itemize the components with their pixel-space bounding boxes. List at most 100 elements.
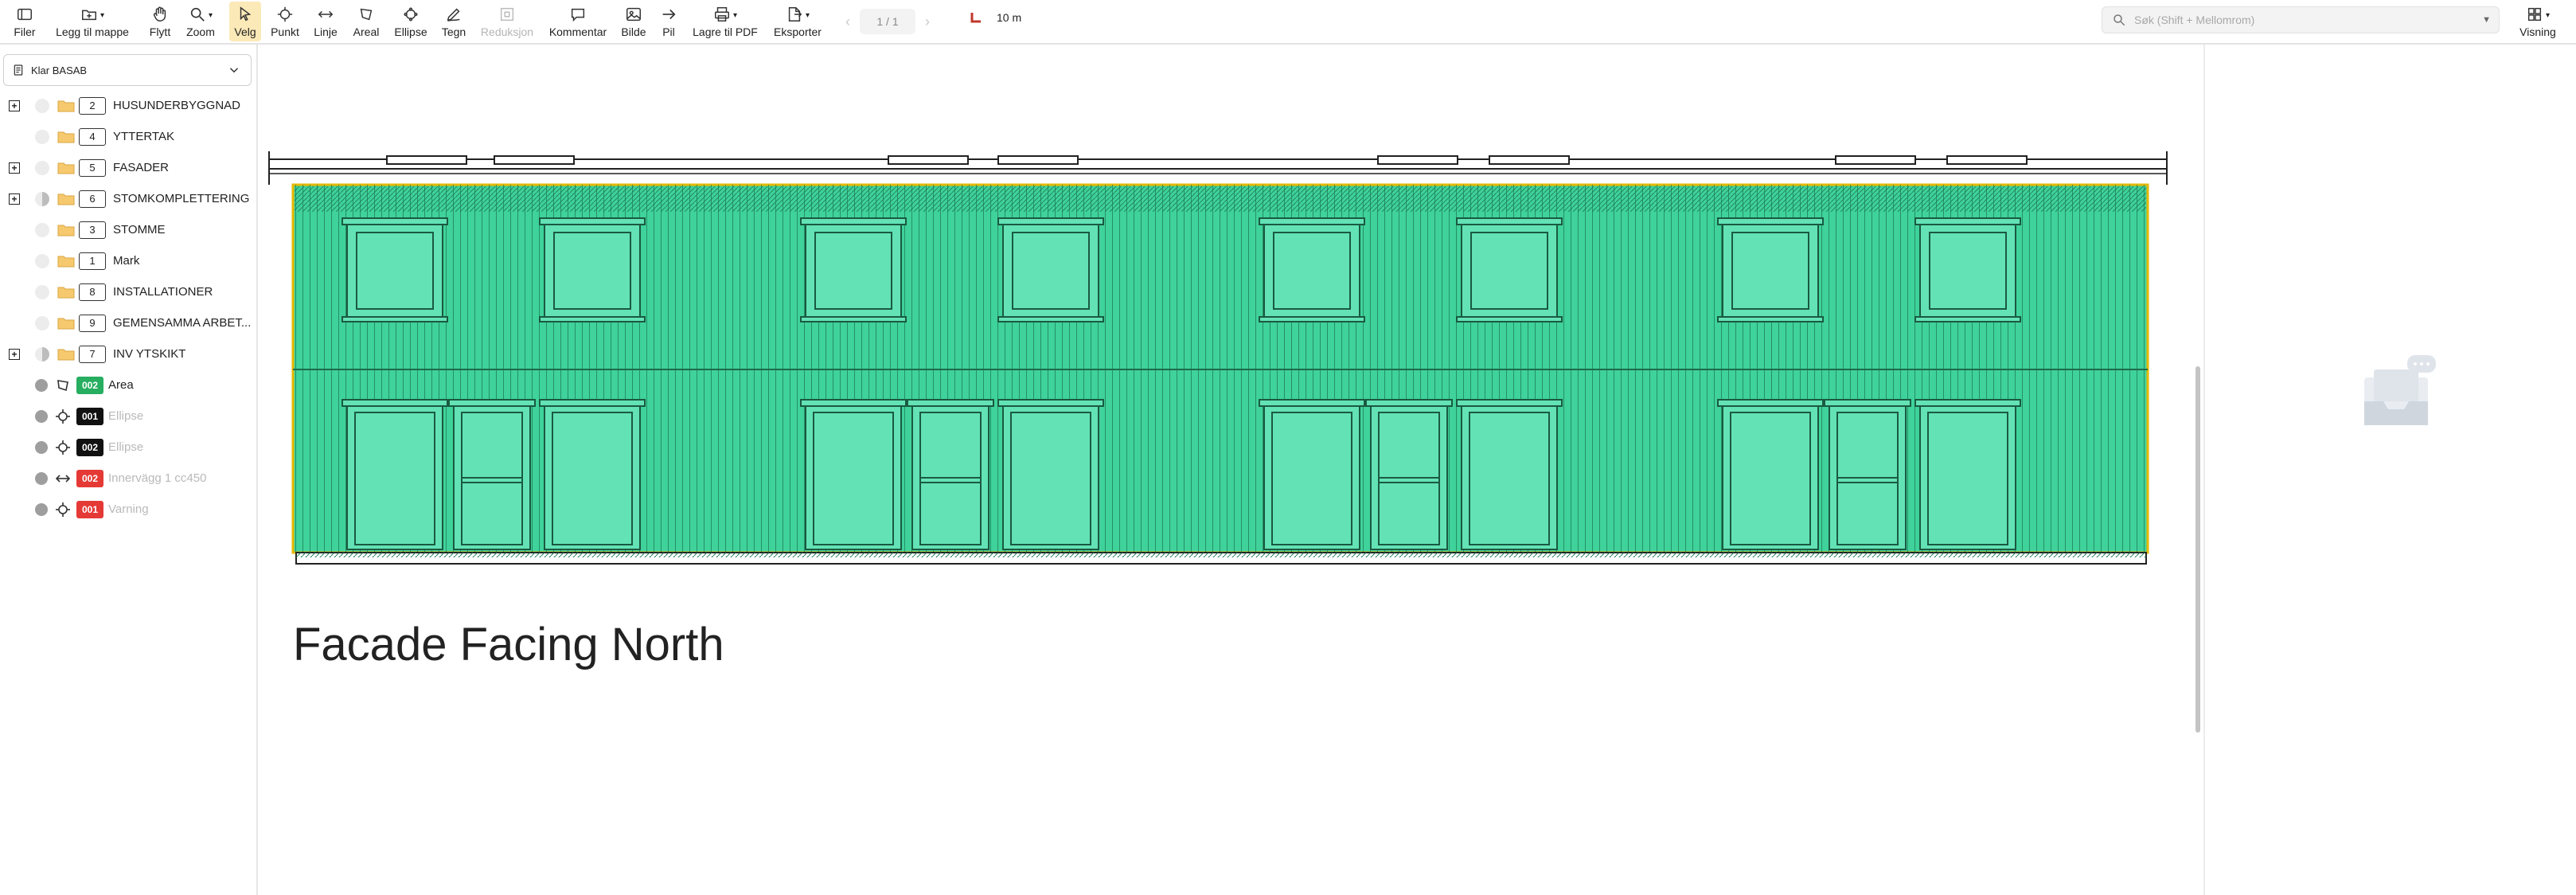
reduction-tool[interactable]: Reduksjon: [478, 0, 537, 43]
comment-tool[interactable]: Kommentar: [544, 0, 611, 43]
search-input[interactable]: [2134, 14, 2483, 26]
comment-icon: [571, 8, 585, 21]
ellipse-tool[interactable]: Ellipse: [390, 0, 431, 43]
object-row[interactable]: 002 Area: [0, 369, 256, 401]
visibility-toggle-icon[interactable]: [35, 222, 49, 237]
window-sill-bottom: [342, 316, 448, 322]
layer-name: INSTALLATIONER: [113, 285, 213, 299]
expand-icon[interactable]: +: [9, 348, 20, 360]
save-pdf-button[interactable]: ▾ Lagre til PDF: [689, 0, 761, 43]
area-icon: [360, 8, 373, 20]
window-upper: [1722, 224, 1819, 318]
double-arrow-icon: [318, 10, 334, 18]
area-tool[interactable]: Areal: [349, 0, 384, 43]
window-upper: [544, 224, 641, 318]
page-indicator[interactable]: 1 / 1: [860, 9, 915, 34]
line-tool[interactable]: Linje: [309, 0, 342, 43]
layer-row[interactable]: 8 INSTALLATIONER: [0, 276, 256, 307]
window-lower: [1263, 405, 1360, 550]
visibility-toggle-icon[interactable]: [35, 191, 49, 206]
draw-tool[interactable]: Tegn: [438, 0, 470, 43]
scale-label: 10 m: [997, 11, 1022, 24]
layer-name: YTTERTAK: [113, 130, 174, 143]
search-box[interactable]: ▼: [2102, 6, 2500, 33]
facade-drawing[interactable]: Facade Facing North: [260, 45, 2197, 895]
view-button[interactable]: ▾ Visning: [2516, 0, 2560, 43]
visibility-toggle-icon[interactable]: [35, 378, 48, 392]
empty-inbox-icon: [2364, 355, 2436, 425]
layer-row[interactable]: +5 FASADER: [0, 152, 256, 183]
folder-add-icon: [82, 10, 96, 20]
visibility-toggle-icon[interactable]: [35, 315, 49, 330]
project-select[interactable]: Klar BASAB: [3, 54, 252, 86]
object-code-badge: 002: [76, 469, 103, 487]
arrow-right-icon: [662, 9, 676, 19]
layer-number: 6: [79, 190, 106, 208]
opening-head: [800, 399, 907, 407]
visibility-toggle-icon[interactable]: [35, 502, 48, 516]
object-code-badge: 002: [76, 438, 103, 456]
scale-indicator[interactable]: 10 m: [970, 11, 1021, 24]
window-lower: [1002, 405, 1099, 550]
object-row[interactable]: 001 Varning: [0, 494, 256, 525]
chevron-down-icon[interactable]: ▼: [2482, 15, 2491, 25]
layer-row[interactable]: +7 INV YTSKIKT: [0, 338, 256, 369]
canvas-scrollbar[interactable]: [2195, 366, 2200, 733]
window-upper: [1263, 224, 1360, 318]
layer-row[interactable]: +6 STOMKOMPLETTERING: [0, 183, 256, 214]
visibility-toggle-icon[interactable]: [35, 98, 49, 113]
add-to-folder-button[interactable]: ▾ Legg til mappe: [51, 0, 134, 43]
prev-page-icon[interactable]: ‹: [836, 14, 860, 30]
layer-number: 7: [79, 345, 106, 363]
object-row[interactable]: 002 Ellipse: [0, 432, 256, 463]
zoom-tool[interactable]: ▾ Zoom: [181, 0, 220, 43]
expand-icon[interactable]: +: [9, 193, 20, 205]
reduction-icon: [500, 7, 514, 21]
next-page-icon[interactable]: ›: [915, 14, 939, 30]
window-lower: [346, 405, 443, 550]
window-lower: [1722, 405, 1819, 550]
expand-icon[interactable]: +: [9, 100, 20, 111]
document-icon: [14, 64, 23, 76]
opening-head: [1365, 399, 1453, 407]
folder-icon: [57, 349, 75, 360]
layer-number: 4: [79, 127, 106, 146]
layer-row[interactable]: +2 HUSUNDERBYGGNAD: [0, 90, 256, 121]
drawing-canvas[interactable]: Facade Facing North: [260, 45, 2197, 895]
visibility-toggle-icon[interactable]: [35, 471, 48, 485]
expand-icon[interactable]: +: [9, 162, 20, 174]
arrow-tool[interactable]: Pil: [656, 0, 681, 43]
layer-row[interactable]: 9 GEMENSAMMA ARBET...: [0, 307, 256, 338]
file-button[interactable]: Filer: [8, 0, 41, 43]
window-sill-top: [1259, 217, 1365, 225]
chevron-down-icon: ▾: [805, 10, 810, 20]
visibility-toggle-icon[interactable]: [35, 129, 49, 144]
move-tool[interactable]: Flytt: [143, 0, 177, 43]
object-row[interactable]: 001 Ellipse: [0, 401, 256, 432]
layer-number: 5: [79, 158, 106, 177]
select-tool[interactable]: Velg: [229, 2, 261, 41]
folder-icon: [57, 193, 75, 205]
image-tool[interactable]: Bilde: [616, 0, 651, 43]
visibility-toggle-icon[interactable]: [35, 346, 49, 362]
visibility-toggle-icon[interactable]: [35, 440, 48, 454]
object-name: Ellipse: [108, 440, 144, 454]
layer-row[interactable]: 3 STOMME: [0, 214, 256, 245]
opening-head: [1824, 399, 1911, 407]
layer-row[interactable]: 4 YTTERTAK: [0, 121, 256, 152]
page-navigator: ‹ 1 / 1 ›: [836, 8, 939, 35]
window-sill-top: [800, 217, 907, 225]
layer-row[interactable]: 1 Mark: [0, 245, 256, 276]
crosshair-icon: [277, 6, 293, 21]
export-button[interactable]: ▾ Eksporter: [771, 0, 825, 43]
object-row[interactable]: 002 Innervägg 1 cc450: [0, 463, 256, 494]
visibility-toggle-icon[interactable]: [35, 160, 49, 175]
visibility-toggle-icon[interactable]: [35, 284, 49, 299]
visibility-toggle-icon[interactable]: [35, 253, 49, 268]
folder-icon: [57, 131, 75, 143]
chevron-down-icon: ▾: [100, 10, 105, 20]
point-tool[interactable]: Punkt: [266, 0, 304, 43]
visibility-toggle-icon[interactable]: [35, 409, 48, 423]
layer-name: STOMKOMPLETTERING: [113, 192, 250, 205]
window-upper: [805, 224, 902, 318]
